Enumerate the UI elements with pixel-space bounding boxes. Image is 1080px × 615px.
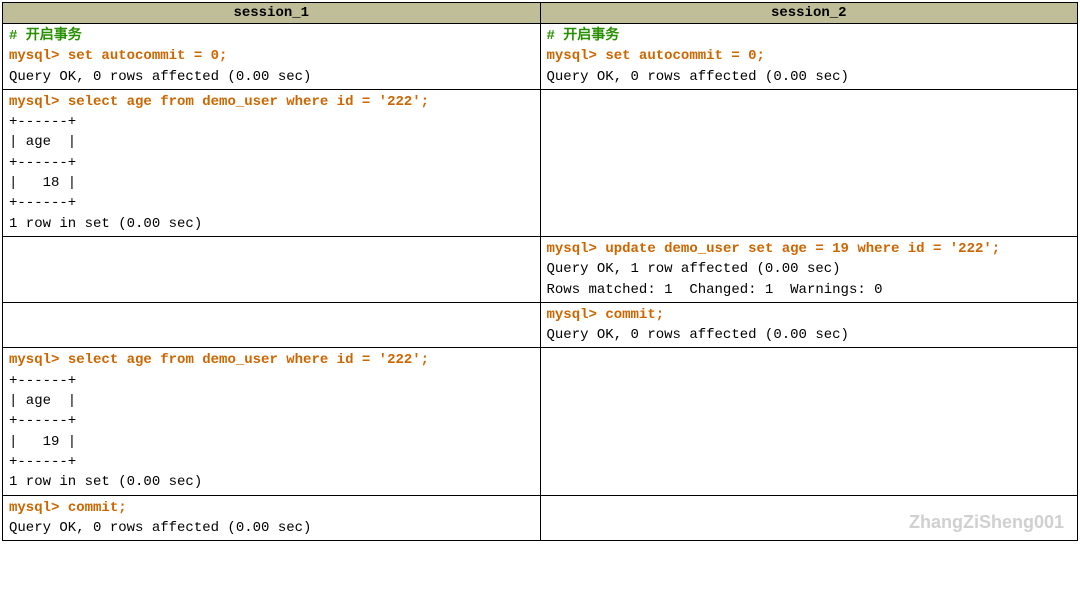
sql-command: select age from demo_user where id = '22… [59,94,429,110]
sql-command: select age from demo_user where id = '22… [59,352,429,368]
session1-cell: mysql> select age from demo_user where i… [3,348,541,495]
table-row: mysql> commit; Query OK, 0 rows affected… [3,495,1078,541]
session1-cell: mysql> commit; Query OK, 0 rows affected… [3,495,541,541]
header-session-1: session_1 [3,3,541,24]
session2-cell [540,348,1078,495]
session2-cell: mysql> commit; Query OK, 0 rows affected… [540,302,1078,348]
header-session-2: session_2 [540,3,1078,24]
sql-output: Query OK, 0 rows affected (0.00 sec) [9,69,311,85]
sql-command: update demo_user set age = 19 where id =… [597,241,1000,257]
sql-command: set autocommit = 0; [597,48,765,64]
session2-cell: # 开启事务 mysql> set autocommit = 0; Query … [540,24,1078,90]
sql-output: +------+ | age | +------+ | 19 | +------… [9,373,202,490]
session2-cell: mysql> update demo_user set age = 19 whe… [540,236,1078,302]
sql-output: Query OK, 0 rows affected (0.00 sec) [9,520,311,536]
mysql-prompt: mysql> [9,48,59,64]
sql-command: commit; [597,307,664,323]
mysql-prompt: mysql> [547,48,597,64]
mysql-prompt: mysql> [9,94,59,110]
mysql-prompt: mysql> [547,241,597,257]
mysql-prompt: mysql> [547,307,597,323]
table-row: mysql> commit; Query OK, 0 rows affected… [3,302,1078,348]
table-row: mysql> select age from demo_user where i… [3,89,1078,236]
table-row: mysql> update demo_user set age = 19 whe… [3,236,1078,302]
comment-text: # 开启事务 [547,28,620,44]
session2-cell [540,89,1078,236]
session2-cell [540,495,1078,541]
sql-output: Query OK, 1 row affected (0.00 sec) Rows… [547,261,883,297]
sql-output: +------+ | age | +------+ | 18 | +------… [9,114,202,231]
mysql-prompt: mysql> [9,352,59,368]
sql-output: Query OK, 0 rows affected (0.00 sec) [547,327,849,343]
table-row: # 开启事务 mysql> set autocommit = 0; Query … [3,24,1078,90]
session1-cell [3,302,541,348]
session1-cell [3,236,541,302]
session1-cell: # 开启事务 mysql> set autocommit = 0; Query … [3,24,541,90]
sql-command: set autocommit = 0; [59,48,227,64]
sql-output: Query OK, 0 rows affected (0.00 sec) [547,69,849,85]
session-table: session_1 session_2 # 开启事务 mysql> set au… [2,2,1078,541]
mysql-prompt: mysql> [9,500,59,516]
comment-text: # 开启事务 [9,28,82,44]
sql-command: commit; [59,500,126,516]
session1-cell: mysql> select age from demo_user where i… [3,89,541,236]
table-row: mysql> select age from demo_user where i… [3,348,1078,495]
